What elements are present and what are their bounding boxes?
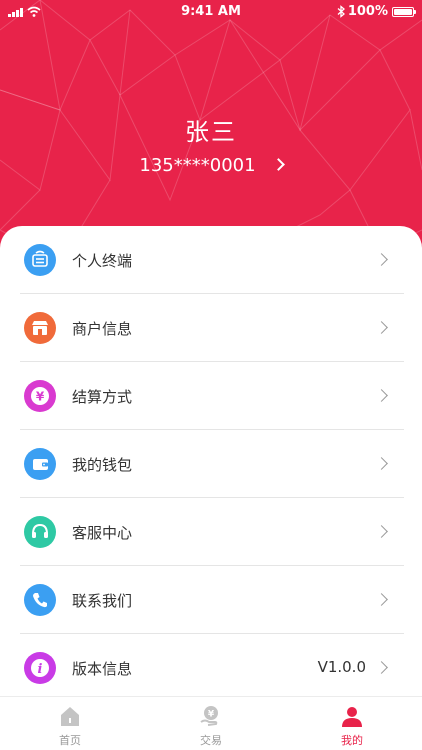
tab-label: 首页 <box>59 734 81 747</box>
battery-percentage: 100% <box>347 4 388 19</box>
info-icon: i <box>24 652 56 684</box>
menu-item-label: 结算方式 <box>72 388 133 406</box>
menu-item-settlement[interactable]: ¥ 结算方式 <box>0 362 422 430</box>
menu-item-label: 商户信息 <box>72 320 133 338</box>
chevron-right-icon <box>375 389 388 402</box>
menu-item-version[interactable]: i 版本信息 V1.0.0 <box>0 634 422 702</box>
tab-label: 我的 <box>341 734 363 747</box>
bluetooth-icon <box>337 5 345 18</box>
menu-card: 个人终端 商户信息 ¥ 结算方式 我的钱包 客服中心 联系我们 i 版本信息 V… <box>0 226 422 696</box>
chevron-right-icon <box>375 593 388 606</box>
svg-text:¥: ¥ <box>36 390 45 404</box>
chevron-right-icon <box>375 253 388 266</box>
svg-text:i: i <box>38 662 43 677</box>
tab-label: 交易 <box>200 734 222 747</box>
menu-item-label: 个人终端 <box>72 252 133 270</box>
yuan-coin-icon: ¥ <box>24 380 56 412</box>
menu-item-label: 我的钱包 <box>72 456 133 474</box>
phone-number: 135****0001 <box>139 155 256 176</box>
phone-icon <box>24 584 56 616</box>
tab-transaction[interactable]: ¥ 交易 <box>141 697 281 750</box>
menu-item-label: 联系我们 <box>72 592 133 610</box>
bottom-tab-bar: 首页 ¥ 交易 我的 <box>0 696 422 750</box>
chevron-right-icon <box>375 321 388 334</box>
menu-item-label: 客服中心 <box>72 524 133 542</box>
terminal-icon <box>24 244 56 276</box>
status-bar: 9:41 AM 100% <box>0 0 422 24</box>
tab-mine[interactable]: 我的 <box>282 697 422 750</box>
headset-icon <box>24 516 56 548</box>
home-icon <box>61 707 79 726</box>
version-number: V1.0.0 <box>317 658 366 676</box>
chevron-right-icon <box>375 525 388 538</box>
menu-item-contact[interactable]: 联系我们 <box>0 566 422 634</box>
chevron-right-icon <box>375 661 388 674</box>
transaction-icon: ¥ <box>200 706 218 726</box>
tab-home[interactable]: 首页 <box>0 697 140 750</box>
menu-item-label: 版本信息 <box>72 660 133 678</box>
menu-item-wallet[interactable]: 我的钱包 <box>0 430 422 498</box>
chevron-right-icon <box>271 158 285 171</box>
user-name: 张三 <box>185 118 237 146</box>
store-icon <box>24 312 56 344</box>
menu-item-customer-service[interactable]: 客服中心 <box>0 498 422 566</box>
battery-icon <box>392 7 416 17</box>
svg-text:¥: ¥ <box>208 710 215 720</box>
menu-item-terminal[interactable]: 个人终端 <box>0 226 422 294</box>
wallet-icon <box>24 448 56 480</box>
user-icon <box>342 707 362 727</box>
profile-phone-link[interactable]: 135****0001 <box>0 155 422 176</box>
chevron-right-icon <box>375 457 388 470</box>
profile-header: 9:41 AM 100% 张三 135****0001 <box>0 0 422 262</box>
menu-item-merchant[interactable]: 商户信息 <box>0 294 422 362</box>
